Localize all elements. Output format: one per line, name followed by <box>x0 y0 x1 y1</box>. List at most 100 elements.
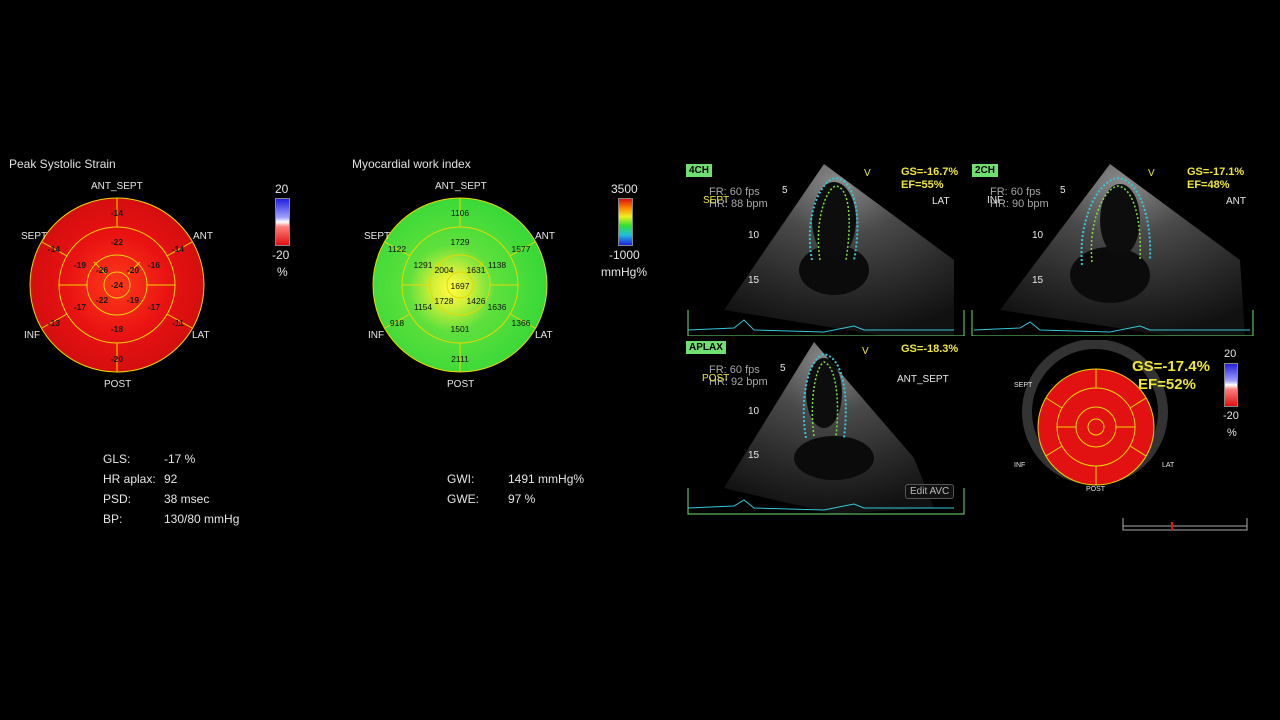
work-label-tl: SEPT <box>364 231 391 242</box>
work-seg: 1138 <box>488 260 507 270</box>
work-seg: 1729 <box>451 237 470 247</box>
strain-scale-max: 20 <box>275 182 289 196</box>
stat-bp: BP: 130/80 mmHg <box>103 512 240 526</box>
work-seg: 1728 <box>435 296 454 306</box>
stat-gwi: GWI: 1491 mmHg% <box>447 472 585 486</box>
summary-label-bl: INF <box>1014 462 1026 469</box>
strain-seg: -20 <box>127 265 140 275</box>
view-tag-4ch: 4CH <box>686 164 713 177</box>
work-seg: 1291 <box>414 260 433 270</box>
strain-label-tl: SEPT <box>21 231 48 242</box>
side-label: INF <box>987 195 1004 206</box>
work-seg: 1631 <box>467 265 486 275</box>
work-label-tr: ANT <box>535 231 555 242</box>
echo-panel-4ch[interactable]: 4CH FR: 60 fps HR: 88 bpm SEPT V GS=-16.… <box>684 160 968 336</box>
depth-mark: 10 <box>748 230 760 241</box>
strain-seg: -26 <box>96 265 109 275</box>
summary-scale-max: 20 <box>1224 348 1237 360</box>
summary-label-tl: SEPT <box>1014 382 1033 389</box>
depth-mark: 15 <box>748 275 760 286</box>
stats-mid: GWI: 1491 mmHg% GWE: 97 % <box>447 469 584 509</box>
gs-value: GS=-16.7% <box>901 166 959 178</box>
strain-seg: -14 <box>48 244 61 254</box>
depth-mark: 15 <box>1032 275 1044 286</box>
summary-panel: GS=-17.4% EF=52% 20 -20 % SEPT INF LAT P… <box>1010 340 1270 540</box>
strain-label-bl: INF <box>24 330 41 341</box>
depth-mark: 10 <box>748 406 760 417</box>
strain-seg-apex: -24 <box>111 280 124 290</box>
summary-color-scale <box>1224 363 1238 407</box>
work-label-bl: INF <box>368 330 385 341</box>
summary-ef: EF=52% <box>1138 376 1196 393</box>
depth-mark: 5 <box>780 363 786 374</box>
summary-scale-unit: % <box>1227 427 1237 439</box>
summary-scale-min: -20 <box>1223 410 1239 422</box>
work-seg: 1636 <box>488 302 507 312</box>
strain-seg: -16 <box>148 260 161 270</box>
work-seg: 1366 <box>512 318 531 328</box>
strain-label-tr: ANT <box>193 231 213 242</box>
gs-value: GS=-18.3% <box>901 343 959 355</box>
strain-seg: -18 <box>111 324 124 334</box>
summary-label-br: LAT <box>1162 462 1175 469</box>
strain-scale-min: -20 <box>272 248 290 262</box>
strain-bullseye: -14 -14 -11 -20 -13 -14 -22 -16 -17 -18 … <box>29 197 205 373</box>
summary-gs: GS=-17.4% <box>1132 358 1210 375</box>
depth-mark: 5 <box>1060 185 1066 196</box>
work-scale-max: 3500 <box>611 182 638 196</box>
v-marker: V <box>1148 168 1155 179</box>
work-scale-unit: mmHg% <box>601 265 648 279</box>
work-seg: 1106 <box>451 208 470 218</box>
side-label: POST <box>702 373 730 384</box>
strain-label-br: LAT <box>192 330 210 341</box>
work-seg: 2004 <box>435 265 454 275</box>
strain-seg: -14 <box>172 244 185 254</box>
strain-label-bottom: POST <box>104 379 132 390</box>
depth-mark: 15 <box>748 450 760 461</box>
work-seg: 1501 <box>451 324 470 334</box>
work-seg-apex: 1697 <box>451 281 470 291</box>
ef-value: EF=48% <box>1187 179 1230 191</box>
stat-hr: HR aplax: 92 <box>103 472 178 486</box>
strain-title: Peak Systolic Strain <box>9 157 116 171</box>
strain-seg: -17 <box>74 302 87 312</box>
stat-gls: GLS: -17 % <box>103 452 196 466</box>
strain-seg: -14 <box>111 208 124 218</box>
work-seg: 2111 <box>451 354 469 364</box>
strain-seg: -22 <box>96 295 109 305</box>
strain-seg: -11 <box>172 318 184 328</box>
strain-color-scale <box>275 198 290 246</box>
strain-seg: -13 <box>48 318 61 328</box>
work-seg: 1154 <box>414 302 433 312</box>
side-label: LAT <box>932 196 950 207</box>
work-title: Myocardial work index <box>352 157 471 171</box>
strain-seg: -19 <box>127 295 140 305</box>
echo-panel-aplax[interactable]: APLAX FR: 60 fps HR: 92 bpm POST V GS=-1… <box>684 338 968 516</box>
work-seg: 1577 <box>512 244 531 254</box>
view-tag-2ch: 2CH <box>972 164 999 177</box>
side-label: ANT_SEPT <box>897 374 949 385</box>
work-seg: 918 <box>390 318 404 328</box>
work-label-bottom: POST <box>447 379 475 390</box>
summary-label-bottom: POST <box>1086 486 1106 493</box>
work-seg: 1426 <box>467 296 486 306</box>
work-scale-min: -1000 <box>609 248 640 262</box>
work-label-br: LAT <box>535 330 553 341</box>
work-color-scale <box>618 198 633 246</box>
v-marker: V <box>864 168 871 179</box>
strain-seg: -22 <box>111 237 124 247</box>
stat-psd: PSD: 38 msec <box>103 492 210 506</box>
depth-mark: 10 <box>1032 230 1044 241</box>
gs-value: GS=-17.1% <box>1187 166 1245 178</box>
v-marker: V <box>862 346 869 357</box>
strain-label-top: ANT_SEPT <box>91 181 143 192</box>
echo-panel-2ch[interactable]: 2CH FR: 60 fps HR: 90 bpm INF V GS=-17.1… <box>970 160 1255 336</box>
strain-seg: -19 <box>74 260 87 270</box>
strain-seg: -17 <box>148 302 161 312</box>
stats-left: GLS: -17 % HR aplax: 92 PSD: 38 msec BP: 130… <box>103 449 239 529</box>
depth-mark: 5 <box>782 185 788 196</box>
side-label: SEPT <box>703 195 730 206</box>
stat-gwe: GWE: 97 % <box>447 492 536 506</box>
strain-scale-unit: % <box>277 265 288 279</box>
edit-avc-button[interactable]: Edit AVC <box>905 484 955 499</box>
